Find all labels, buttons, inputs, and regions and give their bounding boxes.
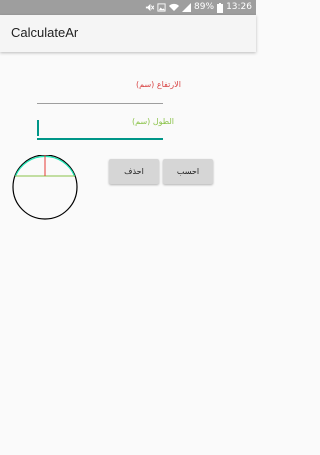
battery-percent: 89%: [194, 2, 215, 12]
signal-icon: [182, 3, 192, 12]
length-input[interactable]: [37, 118, 163, 140]
calculate-button[interactable]: احسب: [163, 159, 213, 184]
battery-icon: [217, 2, 224, 13]
wifi-icon: [169, 3, 180, 12]
app-bar: CalculateAr: [0, 15, 256, 52]
mute-icon: [145, 3, 155, 12]
delete-button[interactable]: احذف: [109, 159, 159, 184]
text-cursor: [37, 120, 39, 136]
height-input[interactable]: [37, 83, 163, 104]
circle-segment-diagram: [12, 155, 78, 220]
status-bar: 89% 13:26: [0, 0, 256, 15]
app-title: CalculateAr: [11, 25, 79, 40]
image-icon: [157, 3, 166, 12]
clock: 13:26: [226, 2, 252, 12]
status-icons: 89% 13:26: [145, 0, 252, 15]
